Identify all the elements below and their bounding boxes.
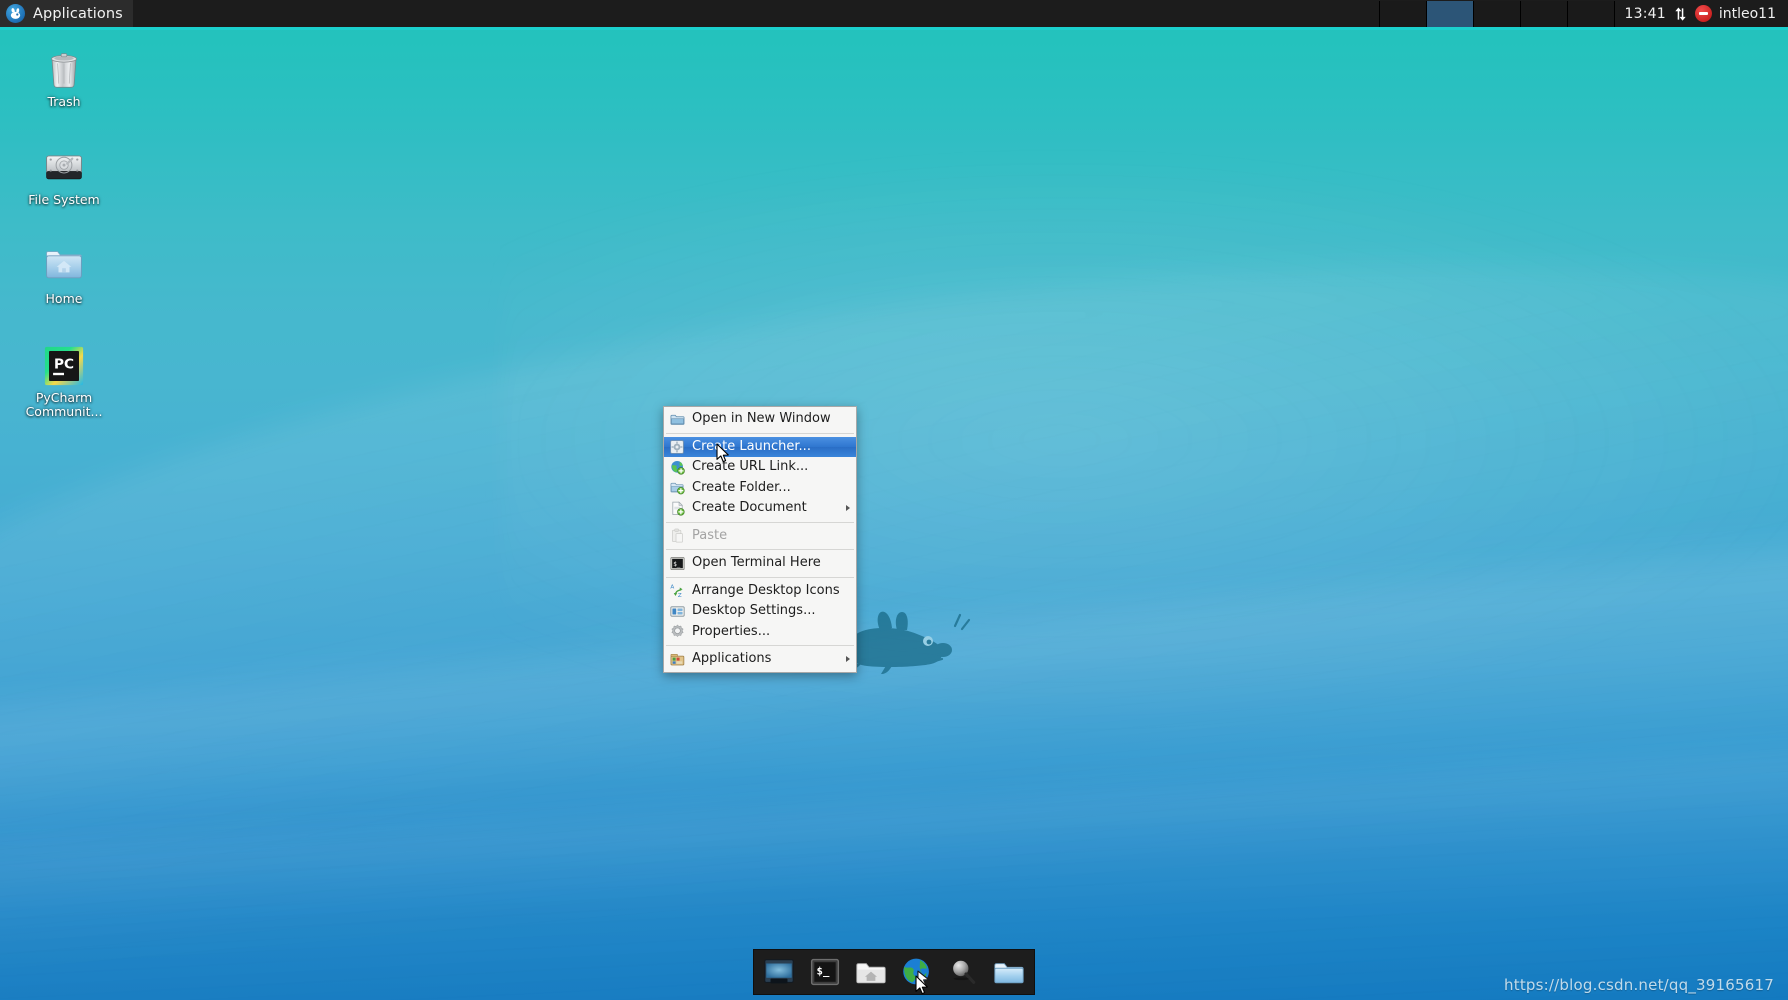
top-panel: Applications 13:41 intleo11	[0, 0, 1788, 30]
menu-item-label: Create Launcher...	[692, 438, 811, 454]
menu-item-label: Paste	[692, 527, 728, 543]
wallpaper-sweep-middle	[0, 524, 1788, 1000]
xfce-mouse-icon	[6, 4, 25, 23]
menu-separator	[666, 521, 854, 523]
svg-text:PC: PC	[54, 357, 74, 373]
menu-item-properties[interactable]: Properties...	[664, 622, 856, 643]
wallpaper-sweep-upper	[0, 161, 1788, 959]
clock[interactable]: 13:41	[1625, 6, 1666, 22]
menu-item-label: Arrange Desktop Icons	[692, 582, 840, 598]
properties-gear-icon	[669, 624, 685, 640]
globe-add-icon	[669, 459, 685, 475]
dock-item-show-desktop[interactable]	[761, 954, 797, 990]
desktop-icon-home[interactable]: Home	[18, 239, 110, 306]
system-tray: 13:41 intleo11	[1619, 0, 1788, 27]
workspace-4[interactable]	[1520, 0, 1568, 27]
document-add-icon	[669, 500, 685, 516]
menu-item-label: Applications	[692, 651, 772, 667]
do-not-disturb-icon[interactable]	[1694, 5, 1712, 22]
network-up-down-icon[interactable]	[1673, 6, 1688, 22]
workspace-switcher[interactable]	[1378, 0, 1615, 27]
submenu-arrow-icon	[846, 505, 850, 512]
dock-item-file-manager[interactable]	[853, 954, 889, 990]
menu-item-label: Desktop Settings...	[692, 603, 816, 619]
dock-item-folder[interactable]	[991, 954, 1027, 990]
menu-item-label: Create Folder...	[692, 479, 791, 495]
menu-item-open-in-new-window[interactable]: Open in New Window	[664, 409, 856, 430]
dock-item-terminal[interactable]: $_	[807, 954, 843, 990]
svg-text:Z: Z	[677, 593, 681, 598]
applications-menu-button[interactable]: Applications	[0, 0, 133, 27]
menu-separator	[666, 576, 854, 578]
menu-item-label: Create Document	[692, 500, 807, 516]
desktop-context-menu[interactable]: Open in New Window Create Launcher... Cr…	[663, 406, 857, 673]
watermark-text: https://blog.csdn.net/qq_39165617	[1504, 976, 1774, 994]
menu-separator	[666, 432, 854, 434]
applications-icon	[669, 651, 685, 667]
desktop-icon-pycharm[interactable]: PC PyCharm Communit...	[18, 338, 110, 419]
paste-icon	[669, 528, 685, 544]
menu-item-create-url-link[interactable]: Create URL Link...	[664, 457, 856, 478]
menu-item-label: Create URL Link...	[692, 459, 809, 475]
bottom-dock: $_	[753, 949, 1035, 995]
menu-item-create-document[interactable]: Create Document	[664, 498, 856, 519]
menu-item-open-terminal-here[interactable]: $_ Open Terminal Here	[664, 553, 856, 574]
menu-item-applications[interactable]: Applications	[664, 649, 856, 670]
menu-item-create-launcher[interactable]: Create Launcher...	[664, 436, 856, 457]
workspace-5[interactable]	[1567, 0, 1615, 27]
folder-add-icon	[669, 480, 685, 496]
applications-menu-label: Applications	[33, 5, 123, 22]
menu-item-label: Open in New Window	[692, 411, 831, 427]
pycharm-icon: PC	[18, 338, 110, 386]
menu-item-create-folder[interactable]: Create Folder...	[664, 478, 856, 499]
terminal-icon: $_	[669, 555, 685, 571]
home-folder-icon	[18, 239, 110, 287]
menu-item-paste: Paste	[664, 526, 856, 547]
menu-item-label: Properties...	[692, 623, 771, 639]
menu-item-label: Open Terminal Here	[692, 555, 821, 571]
menu-item-desktop-settings[interactable]: Desktop Settings...	[664, 601, 856, 622]
wallpaper-mouse-icon	[845, 606, 975, 674]
desktop-settings-icon	[669, 603, 685, 619]
desktop-icon-label: PyCharm Communit...	[25, 390, 103, 419]
svg-text:A: A	[670, 585, 674, 591]
desktop-icon-trash[interactable]: Trash	[18, 42, 110, 109]
workspace-1[interactable]	[1378, 0, 1427, 27]
svg-text:$_: $_	[817, 965, 830, 978]
username-label[interactable]: intleo11	[1719, 6, 1776, 22]
desktop-icon-file-system[interactable]: File System	[18, 140, 110, 207]
workspace-2[interactable]	[1426, 0, 1474, 27]
trash-icon	[18, 42, 110, 90]
workspace-3[interactable]	[1473, 0, 1521, 27]
menu-separator	[666, 549, 854, 550]
dock-item-web-browser[interactable]	[899, 954, 935, 990]
desktop-icon-label: Home	[45, 291, 83, 306]
launcher-gear-icon	[669, 439, 685, 455]
folder-open-icon	[669, 411, 685, 427]
desktop-icon-label: Trash	[47, 94, 81, 109]
menu-separator	[666, 645, 854, 646]
desktop-icon-label: File System	[28, 192, 100, 207]
submenu-arrow-icon	[846, 656, 850, 663]
svg-text:$_: $_	[673, 561, 681, 568]
desktop-root[interactable]: Applications 13:41 intleo11 Trash File S…	[0, 0, 1788, 1000]
arrange-icons-icon: A Z	[669, 583, 685, 599]
menu-item-arrange-desktop-icons[interactable]: A Z Arrange Desktop Icons	[664, 581, 856, 602]
harddisk-icon	[18, 140, 110, 188]
dock-item-app-finder[interactable]	[945, 954, 981, 990]
